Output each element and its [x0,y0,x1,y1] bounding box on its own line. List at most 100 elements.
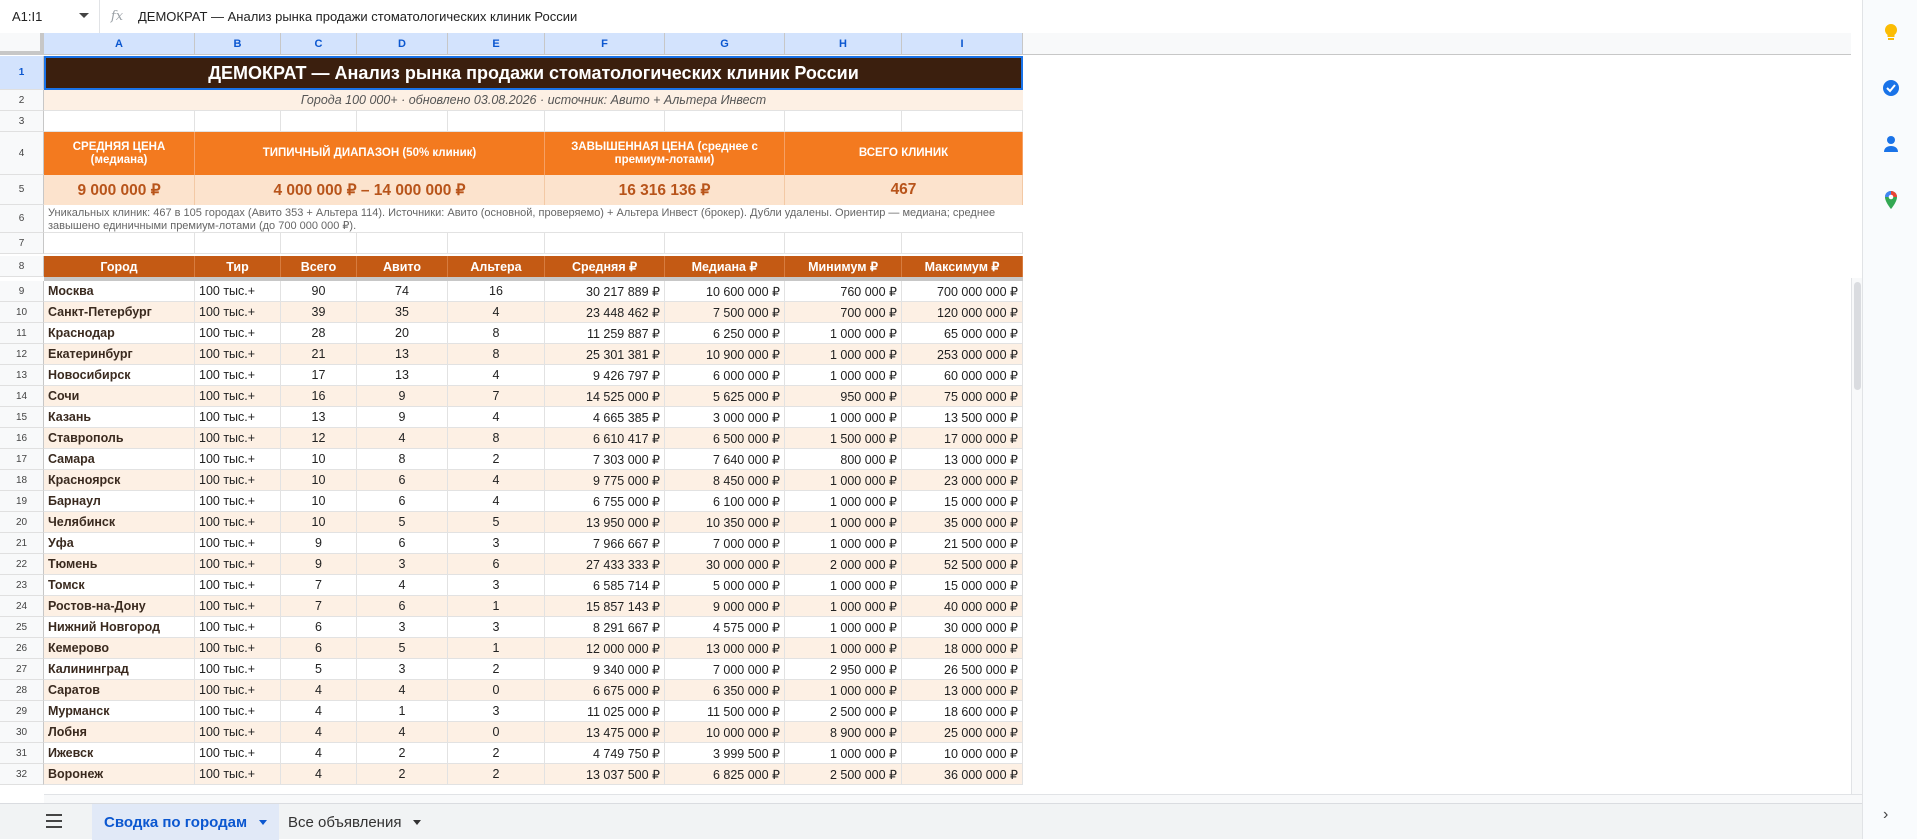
empty-cell[interactable] [281,233,357,254]
kpi-value-median[interactable]: 9 000 000 ₽ [44,175,195,205]
table-cell[interactable]: 28 [281,323,357,344]
table-cell[interactable]: 39 [281,302,357,323]
table-cell[interactable]: 4 [448,407,545,428]
table-cell[interactable]: 9 [357,386,448,407]
table-cell[interactable]: 10 000 000 ₽ [902,743,1023,764]
table-cell[interactable]: 35 000 000 ₽ [902,512,1023,533]
table-cell[interactable]: 2 950 000 ₽ [785,659,902,680]
column-header-h[interactable]: H [785,33,902,55]
city-cell[interactable]: Ижевск [44,743,195,764]
table-cell[interactable]: 10 600 000 ₽ [665,281,785,302]
table-cell[interactable]: 100 тыс.+ [195,575,281,596]
sheet-subtitle[interactable]: Города 100 000+ · обновлено 03.08.2026 ·… [44,90,1023,111]
table-cell[interactable]: 9 340 000 ₽ [545,659,665,680]
empty-cell[interactable] [665,111,785,132]
table-cell[interactable]: 30 217 889 ₽ [545,281,665,302]
table-cell[interactable]: 13 037 500 ₽ [545,764,665,785]
empty-cell[interactable] [785,111,902,132]
row-header-26[interactable]: 26 [0,638,44,659]
row-header-19[interactable]: 19 [0,491,44,512]
name-box[interactable]: A1:I1 [0,0,100,34]
table-cell[interactable]: 8 450 000 ₽ [665,470,785,491]
city-cell[interactable]: Ростов-на-Дону [44,596,195,617]
table-header-cell[interactable]: Максимум ₽ [902,256,1023,277]
table-cell[interactable]: 10 [281,449,357,470]
table-cell[interactable]: 5 [281,659,357,680]
row-header-27[interactable]: 27 [0,659,44,680]
sheet-note[interactable]: Уникальных клиник: 467 в 105 городах (Ав… [44,205,1023,233]
table-cell[interactable]: 4 575 000 ₽ [665,617,785,638]
table-cell[interactable]: 8 [357,449,448,470]
empty-cell[interactable] [357,233,448,254]
table-cell[interactable]: 6 [357,533,448,554]
chevron-down-icon[interactable] [79,12,89,18]
row-header-32[interactable]: 32 [0,764,44,785]
kpi-label-median[interactable]: СРЕДНЯЯ ЦЕНА (медиана) [44,132,195,175]
row-header-9[interactable]: 9 [0,281,44,302]
table-cell[interactable]: 15 000 000 ₽ [902,575,1023,596]
table-cell[interactable]: 3 [448,575,545,596]
table-cell[interactable]: 1 000 000 ₽ [785,344,902,365]
table-header-cell[interactable]: Средняя ₽ [545,256,665,277]
table-cell[interactable]: 950 000 ₽ [785,386,902,407]
city-cell[interactable]: Новосибирск [44,365,195,386]
city-cell[interactable]: Санкт-Петербург [44,302,195,323]
table-cell[interactable]: 8 [448,344,545,365]
table-cell[interactable]: 18 600 000 ₽ [902,701,1023,722]
row-header-7[interactable]: 7 [0,233,44,254]
table-cell[interactable]: 5 [357,512,448,533]
table-header-cell[interactable]: Авито [357,256,448,277]
city-cell[interactable]: Красноярск [44,470,195,491]
kpi-value-total[interactable]: 467 [785,175,1023,205]
empty-cell[interactable] [902,233,1023,254]
city-cell[interactable]: Нижний Новгород [44,617,195,638]
table-cell[interactable]: 3 [357,554,448,575]
table-cell[interactable]: 100 тыс.+ [195,470,281,491]
table-cell[interactable]: 30 000 000 ₽ [902,617,1023,638]
table-cell[interactable]: 11 259 887 ₽ [545,323,665,344]
horizontal-scrollbar[interactable] [44,794,1862,803]
vertical-scroll-thumb[interactable] [1854,282,1861,390]
row-header-25[interactable]: 25 [0,617,44,638]
row-header-13[interactable]: 13 [0,365,44,386]
city-cell[interactable]: Тюмень [44,554,195,575]
table-cell[interactable]: 12 000 000 ₽ [545,638,665,659]
table-cell[interactable]: 4 [357,722,448,743]
table-cell[interactable]: 10 [281,491,357,512]
city-cell[interactable]: Лобня [44,722,195,743]
table-cell[interactable]: 9 [281,533,357,554]
table-cell[interactable]: 21 [281,344,357,365]
table-cell[interactable]: 3 [448,701,545,722]
empty-cell[interactable] [665,233,785,254]
empty-cell[interactable] [545,111,665,132]
table-cell[interactable]: 1 [448,596,545,617]
table-cell[interactable]: 1 000 000 ₽ [785,407,902,428]
row-header-8[interactable]: 8 [0,256,44,277]
table-cell[interactable]: 100 тыс.+ [195,638,281,659]
table-cell[interactable]: 1 000 000 ₽ [785,533,902,554]
table-cell[interactable]: 26 500 000 ₽ [902,659,1023,680]
row-header-28[interactable]: 28 [0,680,44,701]
row-header-15[interactable]: 15 [0,407,44,428]
table-cell[interactable]: 1 000 000 ₽ [785,575,902,596]
table-cell[interactable]: 100 тыс.+ [195,302,281,323]
table-cell[interactable]: 4 [281,722,357,743]
table-cell[interactable]: 52 500 000 ₽ [902,554,1023,575]
table-cell[interactable]: 2 [357,764,448,785]
table-cell[interactable]: 14 525 000 ₽ [545,386,665,407]
table-cell[interactable]: 5 [357,638,448,659]
table-cell[interactable]: 1 000 000 ₽ [785,365,902,386]
column-header-f[interactable]: F [545,33,665,55]
table-cell[interactable]: 6 250 000 ₽ [665,323,785,344]
table-cell[interactable]: 1 [357,701,448,722]
table-cell[interactable]: 0 [448,680,545,701]
empty-cell[interactable] [448,111,545,132]
row-header-31[interactable]: 31 [0,743,44,764]
table-cell[interactable]: 5 000 000 ₽ [665,575,785,596]
table-cell[interactable]: 4 [357,428,448,449]
city-cell[interactable]: Воронеж [44,764,195,785]
table-cell[interactable]: 3 [357,659,448,680]
table-cell[interactable]: 4 [448,491,545,512]
city-cell[interactable]: Томск [44,575,195,596]
table-header-cell[interactable]: Медиана ₽ [665,256,785,277]
